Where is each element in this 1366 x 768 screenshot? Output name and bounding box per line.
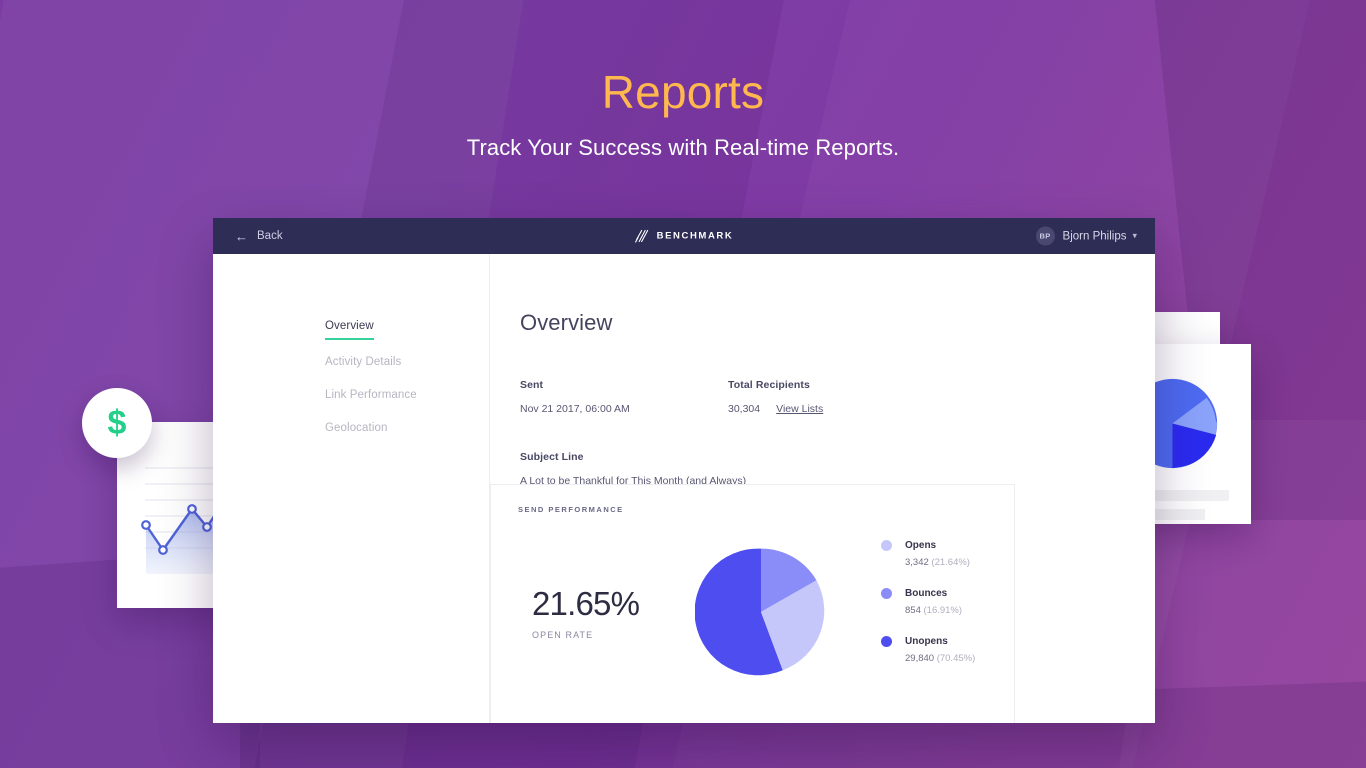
page-root: Reports Track Your Success with Real-tim… [0,0,1366,768]
sent-block: Sent Nov 21 2017, 06:00 AM [520,379,728,415]
legend-label-opens: Opens [905,540,937,551]
chevron-down-icon: ▾ [1132,230,1137,241]
dollar-badge-icon: $ [82,388,152,458]
sent-value: Nov 21 2017, 06:00 AM [520,403,630,415]
legend-dot-opens [881,540,892,551]
legend-value-unopens: 29,840 [905,653,935,664]
legend-item-unopens: Unopens 29,840 (70.45%) [881,636,975,664]
avatar: BP [1035,226,1055,246]
page-subtitle: Track Your Success with Real-time Report… [466,134,900,160]
subject-block: Subject Line A Lot to be Thankful for Th… [520,451,1155,487]
user-name-label: Bjorn Philips [1062,230,1127,242]
legend-item-bounces: Bounces 854 (16.91%) [881,588,975,616]
legend-value-opens: 3,342 [905,557,929,568]
sent-label: Sent [520,379,544,391]
open-rate-value: 21.65% [532,584,640,622]
pie-chart-legend: Opens 3,342 (21.64%) Bounces 854 (16.91%… [881,540,975,684]
app-window: ← Back BENCHMARK BP Bjorn Philips ▾ Over… [213,218,1155,723]
sidebar-item-link-performance[interactable]: Link Performance [325,389,417,401]
legend-value-bounces: 854 [905,605,921,616]
legend-label-unopens: Unopens [905,636,948,647]
back-button[interactable]: ← Back [235,230,283,243]
send-performance-title: SEND PERFORMANCE [518,505,624,514]
pie-chart-wrap [691,546,831,678]
sidebar-item-overview[interactable]: Overview [325,320,374,340]
send-performance-pie-chart[interactable] [695,546,827,678]
legend-item-opens: Opens 3,342 (21.64%) [881,540,975,568]
brand-wordmark: BENCHMARK [656,230,734,242]
content-title: Overview [520,310,613,335]
app-body: Overview Activity Details Link Performan… [213,254,1155,723]
app-header: ← Back BENCHMARK BP Bjorn Philips ▾ [213,218,1155,254]
legend-dot-bounces [881,588,892,599]
arrow-left-icon: ← [235,228,248,244]
send-performance-body: 21.65% OPEN RATE Opens 3,342 (21.64%) Bo… [491,540,1014,684]
sidebar-item-geolocation[interactable]: Geolocation [325,422,387,434]
page-title: Reports [601,66,765,118]
meta-row: Sent Nov 21 2017, 06:00 AM Total Recipie… [520,379,1155,415]
legend-percent-opens: (21.64%) [931,557,970,568]
recipients-value: 30,304 [728,403,761,415]
recipients-label: Total Recipients [728,379,810,391]
back-button-label: Back [257,230,283,242]
sidebar-item-activity-details[interactable]: Activity Details [325,356,401,368]
legend-label-bounces: Bounces [905,588,948,599]
subject-label: Subject Line [520,451,584,463]
legend-dot-unopens [881,636,892,647]
legend-percent-bounces: (16.91%) [923,605,963,616]
open-rate-label: OPEN RATE [532,629,594,640]
send-performance-card: SEND PERFORMANCE 21.65% OPEN RATE Opens … [490,484,1015,723]
view-lists-link[interactable]: View Lists [776,403,823,415]
content-area: Overview Sent Nov 21 2017, 06:00 AM Tota… [490,254,1155,723]
open-rate-block: 21.65% OPEN RATE [491,585,691,640]
legend-percent-unopens: (70.45%) [936,653,976,664]
sidebar: Overview Activity Details Link Performan… [213,254,490,723]
user-menu[interactable]: BP Bjorn Philips ▾ [1035,226,1137,246]
recipients-block: Total Recipients 30,304 View Lists [728,379,823,415]
hero-section: Reports Track Your Success with Real-tim… [0,64,1366,161]
brand-logo: BENCHMARK [635,229,734,244]
benchmark-slash-logo-icon [635,229,649,243]
